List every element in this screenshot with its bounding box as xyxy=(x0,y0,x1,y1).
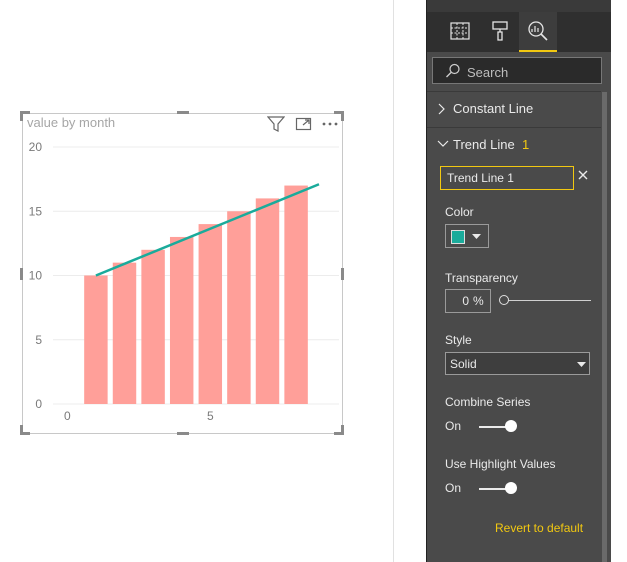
resize-handle[interactable] xyxy=(341,268,344,280)
toggle-state: On xyxy=(445,419,462,433)
style-label: Style xyxy=(445,333,472,347)
bar xyxy=(227,211,251,404)
format-tab-icon xyxy=(492,21,508,41)
x-tick-label: 5 xyxy=(207,409,214,423)
color-picker[interactable] xyxy=(445,224,489,248)
transparency-unit: % xyxy=(473,289,491,313)
chevron-right-icon xyxy=(438,103,445,115)
report-canvas: value by month 0 5 10 15 20 0 5 xyxy=(0,0,393,562)
trend-line-count-badge: 1 xyxy=(522,137,530,152)
page-margin xyxy=(611,0,627,562)
analytics-pane: Constant Line Trend Line 1 Color Transpa… xyxy=(426,0,611,562)
style-dropdown[interactable]: Solid xyxy=(445,352,590,375)
y-tick-label: 10 xyxy=(29,269,43,283)
transparency-slider-track[interactable] xyxy=(503,300,591,301)
chart-plot: 0 5 10 15 20 0 5 xyxy=(29,140,339,423)
revert-to-default-link[interactable]: Revert to default xyxy=(495,521,583,535)
y-tick-label: 5 xyxy=(35,333,42,347)
search-icon xyxy=(446,63,460,78)
toggle-state: On xyxy=(445,481,462,495)
resize-handle[interactable] xyxy=(20,268,23,280)
close-icon[interactable] xyxy=(578,170,588,180)
caret-down-icon xyxy=(472,234,481,239)
bar xyxy=(141,249,165,404)
bar xyxy=(112,262,137,404)
bar xyxy=(169,236,194,404)
x-tick-label: 0 xyxy=(64,409,71,423)
fields-tab-icon xyxy=(450,22,470,40)
y-tick-label: 0 xyxy=(35,397,42,411)
use-highlight-toggle[interactable]: On xyxy=(445,481,525,497)
bar xyxy=(255,198,280,404)
section-trend-line[interactable]: Trend Line 1 xyxy=(427,127,601,161)
y-tick-label: 15 xyxy=(29,204,43,218)
search-box[interactable] xyxy=(432,57,602,84)
transparency-slider-thumb[interactable] xyxy=(499,295,509,305)
resize-handle[interactable] xyxy=(177,111,189,114)
resize-handle[interactable] xyxy=(20,425,23,435)
section-constant-line[interactable]: Constant Line xyxy=(427,91,601,125)
transparency-label: Transparency xyxy=(445,271,518,285)
bar xyxy=(198,224,223,404)
style-value: Solid xyxy=(450,357,477,371)
section-label: Constant Line xyxy=(453,101,534,116)
pane-header xyxy=(427,0,611,12)
resize-handle[interactable] xyxy=(177,432,189,435)
trend-line-name-input[interactable] xyxy=(440,166,574,190)
canvas-divider xyxy=(393,0,394,562)
chevron-down-icon xyxy=(437,140,449,147)
toggle-thumb xyxy=(505,420,517,432)
color-swatch xyxy=(451,230,465,244)
bar xyxy=(284,185,308,404)
use-highlight-label: Use Highlight Values xyxy=(445,457,556,471)
combine-series-toggle[interactable]: On xyxy=(445,419,525,435)
bar xyxy=(84,275,108,404)
pane-scrollbar[interactable] xyxy=(602,92,607,562)
pane-tab-bar xyxy=(427,12,611,52)
analytics-tab-icon xyxy=(528,21,548,41)
chart-visual[interactable]: value by month 0 5 10 15 20 0 5 xyxy=(20,111,344,435)
section-label: Trend Line xyxy=(453,137,515,152)
color-label: Color xyxy=(445,205,474,219)
resize-handle[interactable] xyxy=(20,111,23,121)
toggle-thumb xyxy=(505,482,517,494)
resize-handle[interactable] xyxy=(341,425,344,435)
combine-series-label: Combine Series xyxy=(445,395,531,409)
resize-handle[interactable] xyxy=(341,111,344,121)
tab-format[interactable] xyxy=(481,12,519,52)
search-input[interactable] xyxy=(465,61,599,83)
transparency-input[interactable]: 0 xyxy=(445,289,473,313)
tab-fields[interactable] xyxy=(441,12,479,52)
caret-down-icon xyxy=(577,362,586,367)
y-tick-label: 20 xyxy=(29,140,43,154)
tab-analytics[interactable] xyxy=(519,12,557,52)
